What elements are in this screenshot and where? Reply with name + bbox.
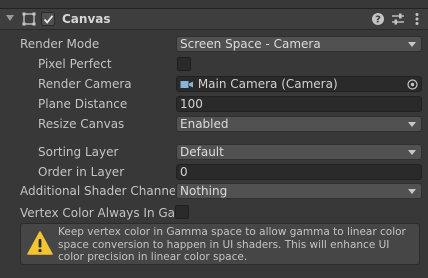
plane-distance-input[interactable]: 100 — [176, 96, 422, 112]
shader-channels-label: Additional Shader Channels — [20, 184, 175, 198]
warning-helpbox: Keep vertex color in Gamma space to allo… — [20, 223, 420, 265]
render-mode-label: Render Mode — [20, 37, 100, 51]
vertex-color-label: Vertex Color Always In Gam — [20, 206, 174, 220]
resize-canvas-dropdown[interactable]: Enabled — [176, 116, 422, 132]
warning-text: Keep vertex color in Gamma space to allo… — [58, 226, 406, 263]
render-camera-field[interactable]: Main Camera (Camera) — [176, 76, 422, 92]
order-in-layer-label: Order in Layer — [38, 165, 125, 179]
chevron-down-icon — [408, 42, 416, 47]
render-mode-value: Screen Space - Camera — [180, 37, 321, 51]
component-title: Canvas — [62, 12, 111, 26]
shader-channels-value: Nothing — [180, 184, 228, 198]
more-menu-icon[interactable] — [410, 12, 424, 26]
foldout-arrow-icon[interactable] — [6, 15, 14, 21]
object-picker-icon[interactable] — [407, 79, 418, 90]
pixel-perfect-checkbox[interactable] — [177, 57, 191, 71]
camera-icon — [180, 78, 194, 88]
component-header[interactable]: Canvas ? — [0, 8, 428, 30]
resize-canvas-label: Resize Canvas — [38, 117, 125, 131]
order-in-layer-input[interactable]: 0 — [176, 164, 422, 180]
checkmark-icon — [43, 15, 54, 24]
render-camera-label: Render Camera — [38, 77, 132, 91]
warning-icon — [27, 230, 53, 256]
chevron-down-icon — [408, 189, 416, 194]
sorting-layer-value: Default — [180, 145, 224, 159]
pixel-perfect-label: Pixel Perfect — [38, 57, 112, 71]
vertex-color-checkbox[interactable] — [175, 205, 189, 219]
render-mode-dropdown[interactable]: Screen Space - Camera — [176, 36, 422, 52]
shader-channels-dropdown[interactable]: Nothing — [176, 183, 422, 199]
plane-distance-label: Plane Distance — [38, 97, 128, 111]
render-camera-value: Main Camera (Camera) — [197, 77, 338, 91]
rect-transform-icon — [22, 12, 36, 26]
resize-canvas-value: Enabled — [180, 117, 229, 131]
svg-text:?: ? — [375, 15, 381, 26]
component-enabled-checkbox[interactable] — [41, 12, 55, 26]
chevron-down-icon — [408, 122, 416, 127]
presets-icon[interactable] — [391, 12, 405, 26]
sorting-layer-label: Sorting Layer — [38, 145, 119, 159]
help-icon[interactable]: ? — [371, 12, 385, 26]
chevron-down-icon — [408, 150, 416, 155]
sorting-layer-dropdown[interactable]: Default — [176, 144, 422, 160]
